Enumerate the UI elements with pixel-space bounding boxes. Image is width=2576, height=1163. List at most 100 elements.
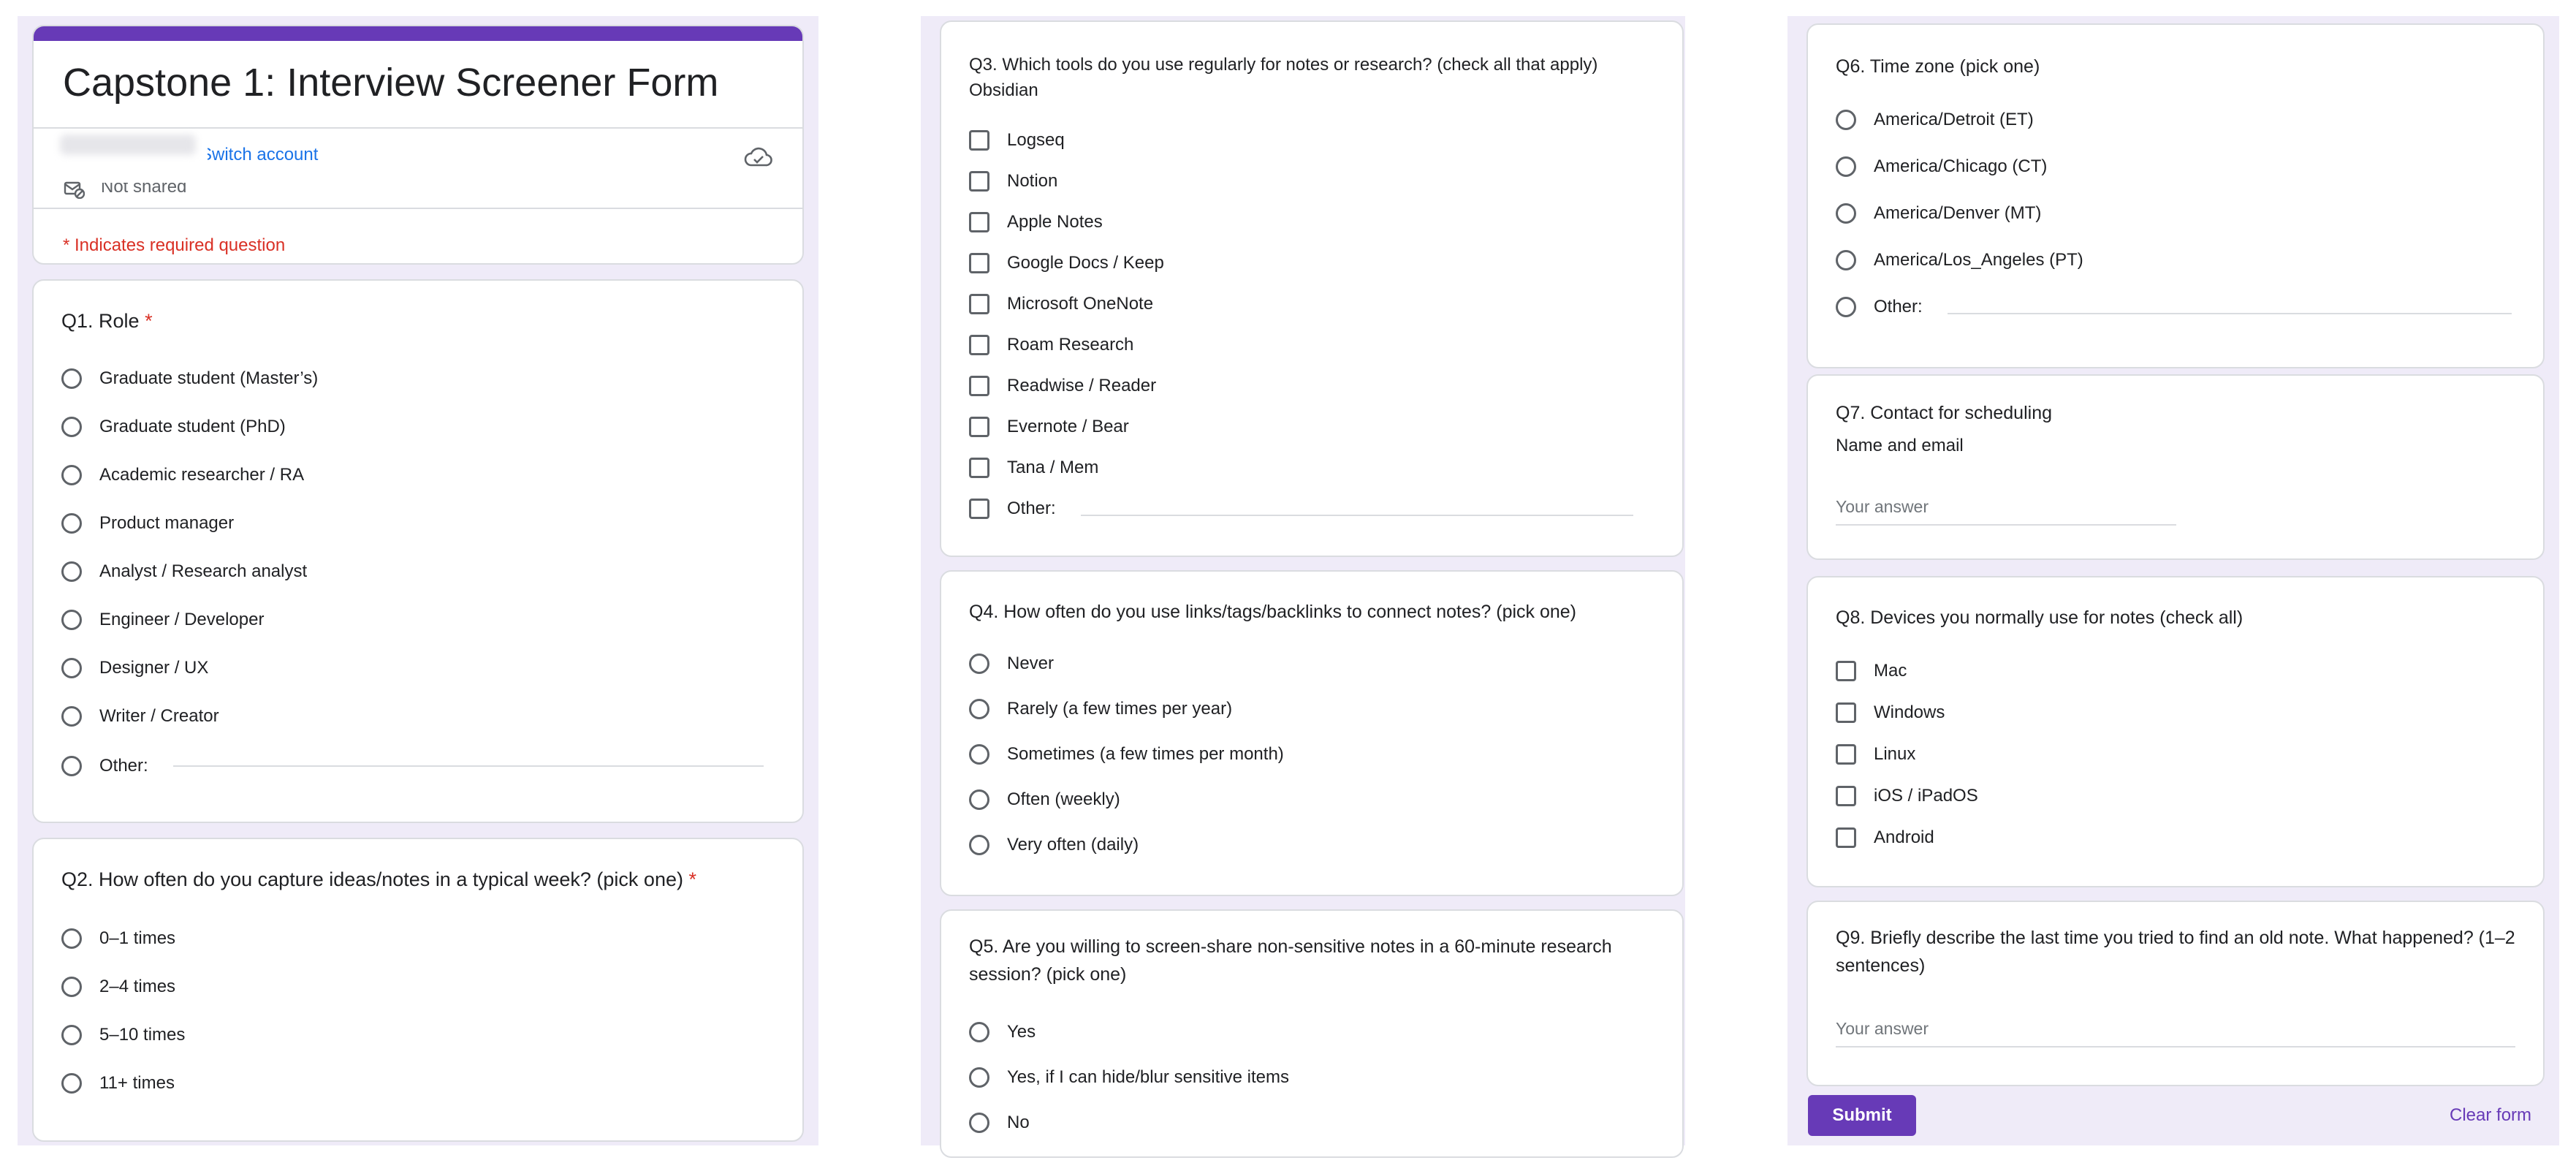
checkbox[interactable] xyxy=(969,253,989,273)
q1-option[interactable]: Designer / UX xyxy=(61,655,208,681)
checkbox[interactable] xyxy=(1836,786,1856,806)
q4-option[interactable]: Often (weekly) xyxy=(969,787,1120,813)
q3-other-input[interactable] xyxy=(1080,515,1633,516)
q1-option-other[interactable]: Other: xyxy=(61,753,764,779)
q6-option[interactable]: America/Los_Angeles (PT) xyxy=(1836,247,2083,273)
checkbox[interactable] xyxy=(969,458,989,478)
form-column-2: Q3. Which tools do you use regularly for… xyxy=(921,16,1685,1158)
q7-title: Q7. Contact for scheduling xyxy=(1836,403,2052,423)
q8-option[interactable]: Linux xyxy=(1836,741,1915,768)
q6-option[interactable]: America/Detroit (ET) xyxy=(1836,107,2034,133)
q3-option[interactable]: Google Docs / Keep xyxy=(969,250,1164,276)
radio-button[interactable] xyxy=(61,1025,82,1045)
q3-option[interactable]: Logseq xyxy=(969,127,1065,154)
q1-option[interactable]: Academic researcher / RA xyxy=(61,462,304,488)
radio-button[interactable] xyxy=(969,789,989,810)
q5-option[interactable]: No xyxy=(969,1110,1030,1136)
radio-button[interactable] xyxy=(969,699,989,719)
q4-option[interactable]: Sometimes (a few times per month) xyxy=(969,741,1284,768)
q2-required-mark: * xyxy=(688,868,697,890)
submit-button[interactable]: Submit xyxy=(1808,1095,1916,1136)
form-title: Capstone 1: Interview Screener Form xyxy=(63,61,719,105)
q4-option[interactable]: Rarely (a few times per year) xyxy=(969,696,1232,722)
q7-answer-input[interactable]: Your answer xyxy=(1836,497,2176,526)
checkbox[interactable] xyxy=(969,376,989,396)
q6-card: Q6. Time zone (pick one) America/Detroit… xyxy=(1806,23,2545,368)
radio-button[interactable] xyxy=(61,1073,82,1094)
radio-button[interactable] xyxy=(969,1067,989,1088)
q8-option[interactable]: Mac xyxy=(1836,658,1907,684)
q1-other-input[interactable] xyxy=(172,765,764,767)
checkbox[interactable] xyxy=(969,171,989,192)
radio-button[interactable] xyxy=(61,561,82,582)
q1-option[interactable]: Analyst / Research analyst xyxy=(61,558,307,585)
radio-button[interactable] xyxy=(61,465,82,485)
q3-option[interactable]: Readwise / Reader xyxy=(969,373,1156,399)
radio-button[interactable] xyxy=(1836,203,1856,224)
checkbox[interactable] xyxy=(969,499,989,519)
radio-button[interactable] xyxy=(61,977,82,997)
q6-option-other[interactable]: Other: xyxy=(1836,294,2512,320)
checkbox[interactable] xyxy=(969,130,989,151)
checkbox[interactable] xyxy=(1836,744,1856,765)
q1-title: Q1. Role * xyxy=(61,307,153,335)
q5-option[interactable]: Yes xyxy=(969,1019,1036,1045)
checkbox[interactable] xyxy=(1836,702,1856,723)
radio-button[interactable] xyxy=(969,1113,989,1133)
header-divider xyxy=(34,127,802,129)
q2-card: Q2. How often do you capture ideas/notes… xyxy=(32,838,804,1142)
radio-button[interactable] xyxy=(969,835,989,855)
q2-option[interactable]: 11+ times xyxy=(61,1070,175,1096)
checkbox[interactable] xyxy=(969,212,989,232)
q1-option[interactable]: Graduate student (Master’s) xyxy=(61,365,318,392)
radio-button[interactable] xyxy=(61,610,82,630)
checkbox[interactable] xyxy=(969,417,989,437)
q8-option[interactable]: Windows xyxy=(1836,700,1945,726)
radio-button[interactable] xyxy=(1836,250,1856,270)
q6-option[interactable]: America/Denver (MT) xyxy=(1836,200,2041,227)
q3-option[interactable]: Notion xyxy=(969,168,1057,194)
q3-option[interactable]: Apple Notes xyxy=(969,209,1103,235)
radio-button[interactable] xyxy=(61,658,82,678)
radio-button[interactable] xyxy=(61,417,82,437)
q1-option[interactable]: Writer / Creator xyxy=(61,703,219,730)
q9-answer-input[interactable]: Your answer xyxy=(1836,1019,2515,1048)
q1-option[interactable]: Engineer / Developer xyxy=(61,607,264,633)
q2-option[interactable]: 0–1 times xyxy=(61,925,175,952)
q2-option[interactable]: 2–4 times xyxy=(61,974,175,1000)
q2-option[interactable]: 5–10 times xyxy=(61,1022,185,1048)
q3-option[interactable]: Roam Research xyxy=(969,332,1133,358)
radio-button[interactable] xyxy=(61,928,82,949)
radio-button[interactable] xyxy=(61,368,82,389)
radio-button[interactable] xyxy=(969,744,989,765)
radio-button[interactable] xyxy=(969,654,989,674)
q6-other-input[interactable] xyxy=(1947,313,2512,314)
checkbox[interactable] xyxy=(1836,661,1856,681)
q3-option[interactable]: Evernote / Bear xyxy=(969,414,1129,440)
radio-button[interactable] xyxy=(1836,297,1856,317)
clear-form-button[interactable]: Clear form xyxy=(2450,1105,2531,1126)
q3-option[interactable]: Microsoft OneNote xyxy=(969,291,1153,317)
q5-option[interactable]: Yes, if I can hide/blur sensitive items xyxy=(969,1064,1289,1091)
q4-option[interactable]: Very often (daily) xyxy=(969,832,1139,858)
checkbox[interactable] xyxy=(969,335,989,355)
cloud-save-icon[interactable] xyxy=(744,146,773,170)
q6-option[interactable]: America/Chicago (CT) xyxy=(1836,154,2047,180)
q1-option[interactable]: Graduate student (PhD) xyxy=(61,414,286,440)
account-email-redacted xyxy=(60,135,196,155)
radio-button[interactable] xyxy=(969,1022,989,1042)
switch-account-link[interactable]: Switch account xyxy=(208,145,318,165)
q8-option[interactable]: iOS / iPadOS xyxy=(1836,783,1978,809)
checkbox[interactable] xyxy=(1836,827,1856,848)
q3-option-other[interactable]: Other: xyxy=(969,496,1633,522)
radio-button[interactable] xyxy=(1836,156,1856,177)
q3-option[interactable]: Tana / Mem xyxy=(969,455,1098,481)
checkbox[interactable] xyxy=(969,294,989,314)
radio-button[interactable] xyxy=(61,706,82,727)
radio-button[interactable] xyxy=(1836,110,1856,130)
q1-option[interactable]: Product manager xyxy=(61,510,234,537)
q8-option[interactable]: Android xyxy=(1836,825,1934,851)
q4-option[interactable]: Never xyxy=(969,651,1054,677)
radio-button[interactable] xyxy=(61,756,82,776)
radio-button[interactable] xyxy=(61,513,82,534)
